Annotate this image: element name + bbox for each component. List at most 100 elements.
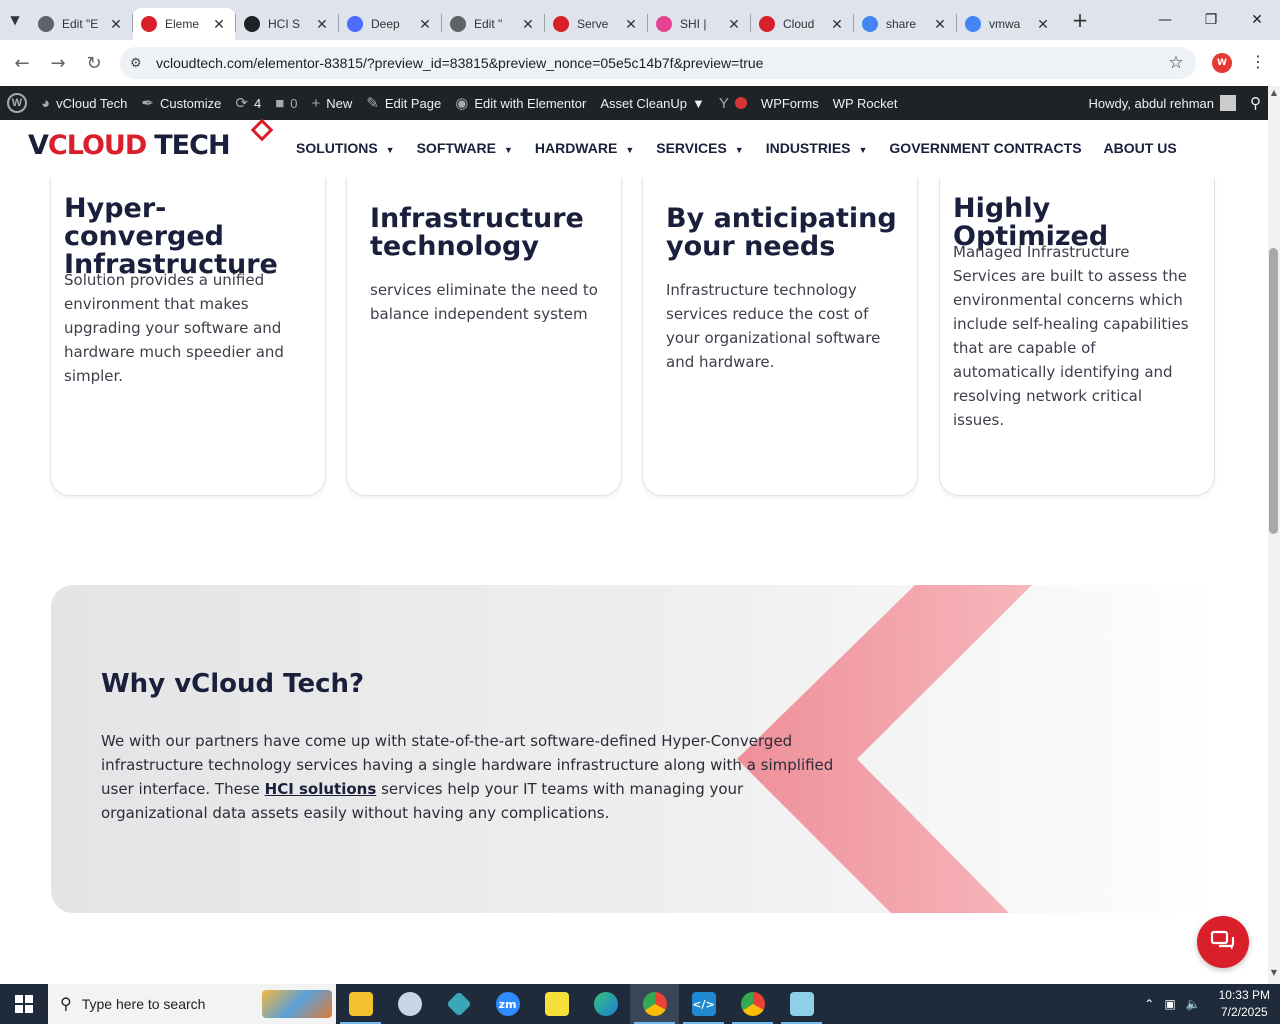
window-controls: — ❐ ✕ [1142,0,1280,40]
wp-rocket-link[interactable]: WP Rocket [826,86,905,120]
why-paragraph: We with our partners have come up with s… [101,732,834,822]
scroll-down-arrow[interactable]: ▼ [1268,968,1280,977]
browser-tab[interactable]: Eleme ✕ [133,8,235,40]
close-icon[interactable]: ✕ [623,16,639,33]
wp-new-label: New [326,95,353,111]
tab-search-button[interactable]: ▼ [0,0,30,40]
scroll-up-arrow[interactable]: ▲ [1268,88,1280,97]
diamond-app[interactable] [434,984,483,1024]
close-icon[interactable]: ✕ [932,16,948,33]
close-icon[interactable]: ✕ [520,16,536,33]
nav-item-about-us[interactable]: ABOUT US [1104,140,1177,156]
chevron-down-icon: ▼ [734,145,744,155]
avatar [1220,95,1236,111]
nav-item-label: SOFTWARE [416,140,496,156]
wp-new-link[interactable]: + New [304,86,359,120]
minimize-button[interactable]: — [1142,0,1188,40]
feature-card-2: Infrastructure technology services elimin… [346,178,622,496]
volume-icon[interactable]: 🔈 [1186,997,1201,1011]
zoom-app[interactable]: zm [483,984,532,1024]
wp-edit-elementor-label: Edit with Elementor [474,95,587,111]
reload-button[interactable]: ↻ [76,53,112,74]
wp-howdy-label: Howdy, abdul rehman [1088,95,1215,111]
close-icon[interactable]: ✕ [314,16,330,33]
nav-item-hardware[interactable]: HARDWARE ▼ [535,140,634,156]
browser-tab[interactable]: Serve ✕ [545,8,647,40]
browser-tab[interactable]: Deep ✕ [339,8,441,40]
nav-item-software[interactable]: SOFTWARE ▼ [417,140,513,156]
nav-item-services[interactable]: SERVICES ▼ [656,140,743,156]
wp-admin-bar: W ◕ vCloud Tech ✒ Customize ⟳ 4 ■ 0 + New ✎ Ed… [0,86,1268,120]
close-icon[interactable]: ✕ [108,16,124,33]
close-window-button[interactable]: ✕ [1234,0,1280,40]
wp-account-link[interactable]: Howdy, abdul rehman [1082,86,1244,120]
restore-button[interactable]: ❐ [1188,0,1234,40]
pencil-icon: ✎ [366,95,379,112]
close-icon[interactable]: ✕ [417,16,433,33]
main-nav: SOLUTIONS ▼ SOFTWARE ▼ HARDWARE ▼ SERVICES ▼ IND… [296,140,1199,156]
wp-comments-link[interactable]: ■ 0 [268,86,304,120]
back-button[interactable]: ← [4,53,40,74]
feature-card-4: Highly Optimized Managed Infrastructure … [939,178,1215,496]
profile-avatar[interactable]: W [1212,53,1232,73]
browser-tab[interactable]: Edit "E ✕ [30,8,132,40]
page-scrollbar[interactable] [1268,86,1280,984]
browser-tab[interactable]: HCI S ✕ [236,8,338,40]
wp-logo-button[interactable]: W [0,86,34,120]
site-info-icon[interactable]: ⚙ [130,55,156,71]
wp-updates-link[interactable]: ⟳ 4 [228,86,268,120]
site-logo[interactable]: VCLOUD TECH [28,130,231,161]
hci-solutions-link[interactable]: HCI solutions [265,780,377,798]
wp-edit-elementor-link[interactable]: ◉ Edit with Elementor [448,86,593,120]
logo-tech: TECH [154,130,230,161]
close-icon[interactable]: ✕ [829,16,845,33]
windows-icon [15,995,33,1013]
chevron-up-icon[interactable]: ⌃ [1144,997,1154,1011]
system-clock[interactable]: 10:33 PM 7/2/2025 [1219,987,1270,1021]
notes-app[interactable] [777,984,826,1024]
card-body: Infrastructure technology services reduc… [666,281,881,371]
wp-site-link[interactable]: ◕ vCloud Tech [34,86,134,120]
chat-button[interactable] [1197,916,1249,968]
browser-tab[interactable]: share ✕ [854,8,956,40]
edge-app[interactable] [581,984,630,1024]
browser-tab[interactable]: Edit " ✕ [442,8,544,40]
forward-button[interactable]: → [40,53,76,74]
chrome-app-2[interactable] [728,984,777,1024]
nav-item-solutions[interactable]: SOLUTIONS ▼ [296,140,395,156]
wp-search-button[interactable]: ⚲ [1243,86,1268,120]
browser-menu-icon[interactable]: ⋮ [1250,52,1266,71]
wp-asset-cleanup-link[interactable]: Asset CleanUp ▼ [593,86,712,120]
new-tab-button[interactable]: + [1065,8,1095,32]
start-button[interactable] [0,984,48,1024]
sticky-notes-app[interactable] [532,984,581,1024]
nav-item-government-contracts[interactable]: GOVERNMENT CONTRACTS [889,140,1081,156]
bookmark-star-icon[interactable]: ☆ [1156,53,1196,73]
taskbar-search-input[interactable]: ⚲ Type here to search [48,984,336,1024]
feature-card-3: By anticipating your needs Infrastructure… [642,178,918,496]
close-icon[interactable]: ✕ [211,16,227,33]
updates-icon: ⟳ [235,95,248,112]
browser-tab[interactable]: Cloud ✕ [751,8,853,40]
file-explorer-app[interactable] [336,984,385,1024]
omnibox[interactable]: ⚙ vcloudtech.com/elementor-83815/?previe… [120,47,1196,79]
openai-icon [244,16,260,32]
chevron-down-icon: ▼ [625,145,635,155]
nav-item-industries[interactable]: INDUSTRIES ▼ [766,140,868,156]
network-icon[interactable]: ▣ [1164,997,1175,1011]
vscode-app[interactable]: </> [679,984,728,1024]
wp-edit-page-link[interactable]: ✎ Edit Page [359,86,448,120]
close-icon[interactable]: ✕ [726,16,742,33]
scrollbar-thumb[interactable] [1269,248,1278,534]
close-icon[interactable]: ✕ [1035,16,1051,33]
card-title: Hyper-converged Infrastructure [64,193,278,280]
wp-customize-link[interactable]: ✒ Customize [134,86,228,120]
wp-wpforms-link[interactable]: WPForms [754,86,826,120]
wp-yoast-link[interactable]: Y [712,86,754,120]
paint-app[interactable] [385,984,434,1024]
browser-tab[interactable]: vmwa ✕ [957,8,1059,40]
wordpress-icon: W [7,93,27,113]
browser-tab[interactable]: SHI | ✕ [648,8,750,40]
chrome-app[interactable] [630,984,679,1024]
url-text[interactable]: vcloudtech.com/elementor-83815/?preview_… [156,55,1156,71]
